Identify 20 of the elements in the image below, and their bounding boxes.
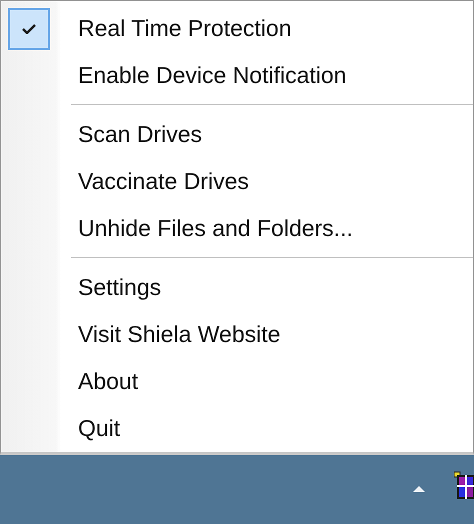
menu-item[interactable]: Real Time Protection bbox=[1, 5, 473, 52]
menu-item-label: Vaccinate Drives bbox=[78, 168, 249, 195]
menu-item-label: Unhide Files and Folders... bbox=[78, 215, 353, 242]
menu-item-label: Enable Device Notification bbox=[78, 62, 346, 89]
app-tray-icon[interactable] bbox=[454, 471, 474, 499]
menu-item[interactable]: Quit bbox=[1, 405, 473, 452]
menu-item-label: Visit Shiela Website bbox=[78, 321, 280, 348]
menu-item-label: Scan Drives bbox=[78, 121, 202, 148]
menu-item[interactable]: About bbox=[1, 358, 473, 405]
menu-item[interactable]: Visit Shiela Website bbox=[1, 311, 473, 358]
menu-item-label: Real Time Protection bbox=[78, 15, 292, 42]
menu-item[interactable]: Vaccinate Drives bbox=[1, 158, 473, 205]
menu-item-label: About bbox=[78, 368, 138, 395]
menu-item[interactable]: Unhide Files and Folders... bbox=[1, 205, 473, 252]
menu-item[interactable]: Settings bbox=[1, 264, 473, 311]
menu-item[interactable]: Scan Drives bbox=[1, 111, 473, 158]
menu-item-label: Settings bbox=[78, 274, 162, 301]
menu-item[interactable]: Enable Device Notification bbox=[1, 52, 473, 99]
menu-item-label: Quit bbox=[78, 415, 120, 442]
show-hidden-icons-icon[interactable] bbox=[412, 485, 426, 493]
